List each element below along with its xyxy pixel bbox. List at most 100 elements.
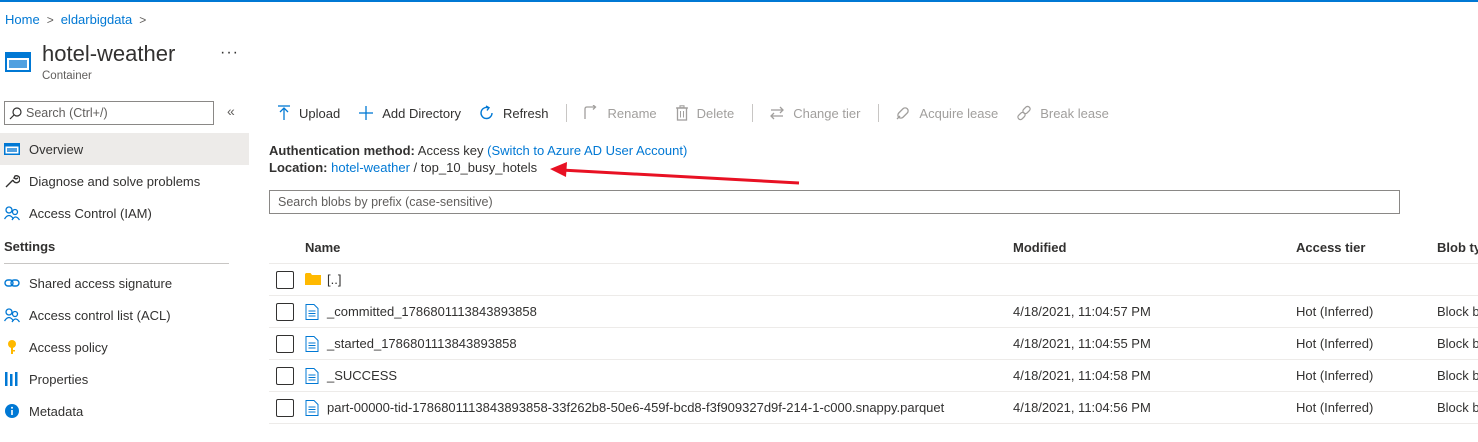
- refresh-label: Refresh: [502, 105, 549, 121]
- breadcrumb-account[interactable]: eldarbigdata: [61, 12, 133, 27]
- sidebar-search-input[interactable]: Search (Ctrl+/): [4, 101, 214, 125]
- top-accent-bar: [0, 0, 1478, 2]
- table-header: Name Modified Access tier Blob ty: [269, 232, 1478, 264]
- trash-icon: [675, 105, 689, 121]
- sidebar-item-metadata[interactable]: Metadata: [0, 395, 249, 427]
- rename-button[interactable]: Rename: [583, 105, 657, 121]
- table-row[interactable]: _started_1786801113843893858 4/18/2021, …: [269, 328, 1478, 360]
- row-name[interactable]: _started_1786801113843893858: [305, 335, 517, 352]
- sidebar-item-label: Diagnose and solve problems: [29, 173, 201, 189]
- table-row[interactable]: _SUCCESS 4/18/2021, 11:04:58 PM Hot (Inf…: [269, 360, 1478, 392]
- container-icon: [5, 52, 31, 72]
- people-icon: [4, 307, 20, 323]
- acquire-lease-button[interactable]: Acquire lease: [895, 105, 998, 121]
- break-lease-label: Break lease: [1040, 105, 1109, 121]
- row-name-text: part-00000-tid-1786801113843893858-33f26…: [327, 400, 945, 415]
- break-lease-button[interactable]: Break lease: [1016, 105, 1109, 121]
- switch-auth-link[interactable]: (Switch to Azure AD User Account): [487, 143, 687, 158]
- auth-value: Access key: [417, 143, 484, 158]
- file-icon: [305, 335, 321, 352]
- toolbar-divider: [566, 104, 568, 122]
- sidebar-item-properties[interactable]: Properties: [0, 363, 249, 395]
- folder-icon: [305, 272, 321, 288]
- table-row[interactable]: [..]: [269, 264, 1478, 296]
- row-blob-type: Block b: [1437, 336, 1478, 351]
- rename-icon: [583, 105, 599, 121]
- sidebar-item-iam[interactable]: Access Control (IAM): [0, 197, 249, 229]
- file-icon: [305, 399, 321, 416]
- location: Location: hotel-weather / top_10_busy_ho…: [269, 160, 537, 175]
- row-checkbox[interactable]: [276, 302, 294, 321]
- sidebar-nav: Overview Diagnose and solve problems Acc…: [0, 133, 249, 427]
- chevron-right-icon: >: [46, 12, 54, 27]
- upload-icon: [277, 105, 291, 121]
- sidebar-item-label: Overview: [29, 141, 84, 157]
- sidebar-item-access-policy[interactable]: Access policy: [0, 331, 249, 363]
- key-icon: [4, 339, 20, 355]
- table-row[interactable]: part-00000-tid-1786801113843893858-33f26…: [269, 392, 1478, 424]
- row-modified: 4/18/2021, 11:04:57 PM: [1013, 304, 1151, 319]
- row-modified: 4/18/2021, 11:04:55 PM: [1013, 336, 1151, 351]
- sidebar-item-acl[interactable]: Access control list (ACL): [0, 299, 249, 331]
- sidebar-item-label: Access policy: [29, 339, 108, 355]
- table-row[interactable]: _committed_1786801113843893858 4/18/2021…: [269, 296, 1478, 328]
- column-header-access-tier[interactable]: Access tier: [1296, 240, 1365, 255]
- file-icon: [305, 367, 321, 384]
- sidebar-item-overview[interactable]: Overview: [0, 133, 249, 165]
- row-access-tier: Hot (Inferred): [1296, 368, 1374, 383]
- column-header-name[interactable]: Name: [305, 240, 340, 255]
- row-blob-type: Block b: [1437, 368, 1478, 383]
- chevron-right-icon: >: [139, 12, 147, 27]
- column-header-blob-type[interactable]: Blob ty: [1437, 240, 1478, 255]
- change-tier-label: Change tier: [793, 105, 861, 121]
- location-container-link[interactable]: hotel-weather: [331, 160, 410, 175]
- row-name[interactable]: part-00000-tid-1786801113843893858-33f26…: [305, 399, 945, 416]
- row-checkbox[interactable]: [276, 270, 294, 289]
- row-name-text: _committed_1786801113843893858: [327, 304, 537, 319]
- sidebar-item-label: Properties: [29, 371, 89, 387]
- rename-label: Rename: [607, 105, 657, 121]
- upload-button[interactable]: Upload: [277, 105, 340, 121]
- delete-button[interactable]: Delete: [675, 105, 734, 121]
- page-title: hotel-weather: [42, 41, 176, 66]
- upload-label: Upload: [299, 105, 341, 121]
- column-header-modified[interactable]: Modified: [1013, 240, 1066, 255]
- blob-table: Name Modified Access tier Blob ty [..] _…: [269, 232, 1478, 424]
- sidebar-item-diagnose[interactable]: Diagnose and solve problems: [0, 165, 249, 197]
- blob-search-input[interactable]: Search blobs by prefix (case-sensitive): [269, 190, 1400, 214]
- swap-arrows-icon: [769, 105, 785, 121]
- sidebar-item-sas[interactable]: Shared access signature: [0, 267, 249, 299]
- breadcrumb-home[interactable]: Home: [5, 12, 40, 27]
- divider: [4, 263, 229, 264]
- row-checkbox[interactable]: [276, 334, 294, 353]
- row-name[interactable]: _SUCCESS: [305, 367, 398, 384]
- row-name[interactable]: [..]: [305, 272, 341, 288]
- row-access-tier: Hot (Inferred): [1296, 336, 1374, 351]
- container-icon: [4, 141, 20, 157]
- collapse-sidebar-button[interactable]: «: [227, 103, 235, 119]
- refresh-button[interactable]: Refresh: [479, 105, 549, 121]
- blob-search-placeholder: Search blobs by prefix (case-sensitive): [278, 195, 493, 209]
- row-name[interactable]: _committed_1786801113843893858: [305, 303, 537, 320]
- page-header: hotel-weather Container ···: [4, 40, 238, 82]
- auth-method: Authentication method: Access key (Switc…: [269, 143, 687, 158]
- location-folder: top_10_busy_hotels: [420, 160, 538, 175]
- add-directory-button[interactable]: Add Directory: [358, 105, 461, 121]
- row-checkbox[interactable]: [276, 398, 294, 417]
- more-options-button[interactable]: ···: [220, 44, 239, 62]
- row-modified: 4/18/2021, 11:04:58 PM: [1013, 368, 1151, 383]
- toolbar-divider: [878, 104, 880, 122]
- location-label: Location:: [269, 160, 328, 175]
- acquire-lease-label: Acquire lease: [919, 105, 999, 121]
- row-modified: 4/18/2021, 11:04:56 PM: [1013, 400, 1151, 415]
- add-directory-label: Add Directory: [382, 105, 461, 121]
- auth-label: Authentication method:: [269, 143, 415, 158]
- row-name-text: _started_1786801113843893858: [327, 336, 517, 351]
- row-name-text: _SUCCESS: [327, 368, 398, 383]
- wrench-icon: [4, 173, 20, 189]
- sidebar-item-label: Access control list (ACL): [29, 307, 171, 323]
- refresh-icon: [479, 105, 495, 121]
- row-checkbox[interactable]: [276, 366, 294, 385]
- change-tier-button[interactable]: Change tier: [769, 105, 860, 121]
- file-icon: [305, 303, 321, 320]
